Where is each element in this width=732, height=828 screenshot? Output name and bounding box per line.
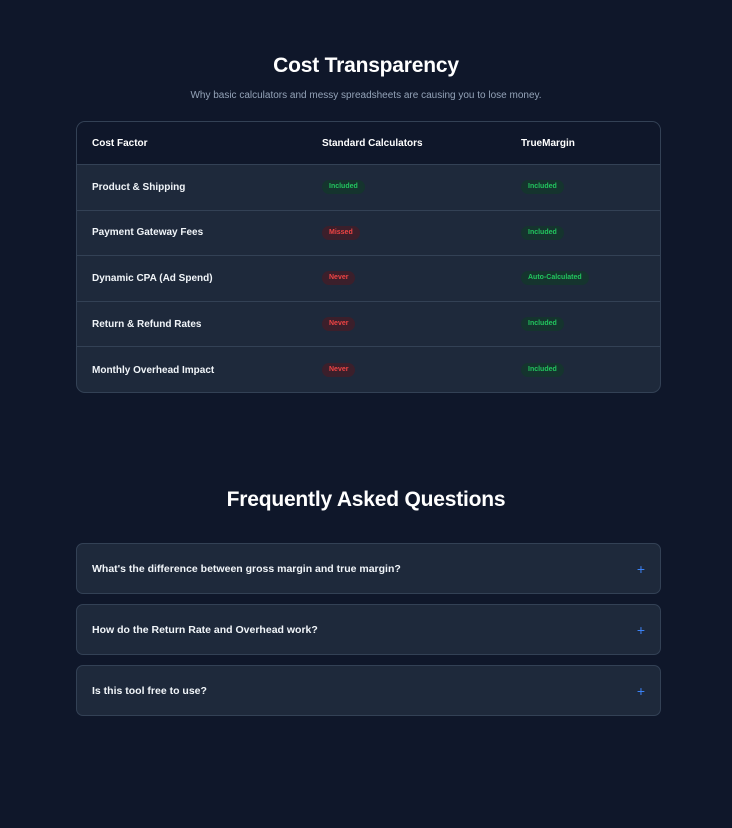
table-row: Payment Gateway Fees Missed Included — [77, 211, 660, 257]
table-header: Cost Factor Standard Calculators TrueMar… — [77, 122, 660, 165]
status-badge: Never — [322, 317, 356, 332]
status-badge: Included — [521, 317, 564, 332]
plus-icon[interactable]: + — [637, 562, 645, 576]
table-row: Monthly Overhead Impact Never Included — [77, 347, 660, 392]
table-row: Return & Refund Rates Never Included — [77, 302, 660, 348]
cost-factor-label: Return & Refund Rates — [92, 318, 202, 330]
status-badge: Never — [322, 271, 356, 286]
plus-icon[interactable]: + — [637, 623, 645, 637]
faq-question: Is this tool free to use? — [92, 684, 207, 697]
cost-transparency-title: Cost Transparency — [273, 54, 459, 77]
cost-transparency-subtitle: Why basic calculators and messy spreadsh… — [190, 90, 542, 101]
faq-question: What's the difference between gross marg… — [92, 562, 401, 575]
header-standard-calculators: Standard Calculators — [322, 137, 423, 149]
status-badge: Missed — [322, 225, 360, 240]
faq-item-return-rate-overhead[interactable]: How do the Return Rate and Overhead work… — [76, 604, 661, 655]
header-cost-factor: Cost Factor — [92, 137, 148, 149]
faq-item-free-to-use[interactable]: Is this tool free to use? + — [76, 665, 661, 716]
cost-factor-label: Payment Gateway Fees — [92, 227, 204, 239]
plus-icon[interactable]: + — [637, 684, 645, 698]
cost-factor-label: Dynamic CPA (Ad Spend) — [92, 272, 213, 284]
status-badge: Included — [521, 363, 564, 378]
cost-comparison-table: Cost Factor Standard Calculators TrueMar… — [76, 121, 661, 393]
header-truemargin: TrueMargin — [521, 137, 575, 149]
faq-question: How do the Return Rate and Overhead work… — [92, 623, 318, 636]
faq-title: Frequently Asked Questions — [226, 488, 506, 511]
table-row: Dynamic CPA (Ad Spend) Never Auto-Calcul… — [77, 256, 660, 302]
status-badge: Included — [322, 180, 365, 195]
status-badge: Included — [521, 180, 564, 195]
status-badge: Auto-Calculated — [521, 271, 589, 286]
cost-factor-label: Product & Shipping — [92, 181, 186, 193]
status-badge: Never — [322, 363, 356, 378]
faq-item-gross-vs-true-margin[interactable]: What's the difference between gross marg… — [76, 543, 661, 594]
table-row: Product & Shipping Included Included — [77, 165, 660, 211]
status-badge: Included — [521, 225, 564, 240]
cost-factor-label: Monthly Overhead Impact — [92, 364, 215, 376]
